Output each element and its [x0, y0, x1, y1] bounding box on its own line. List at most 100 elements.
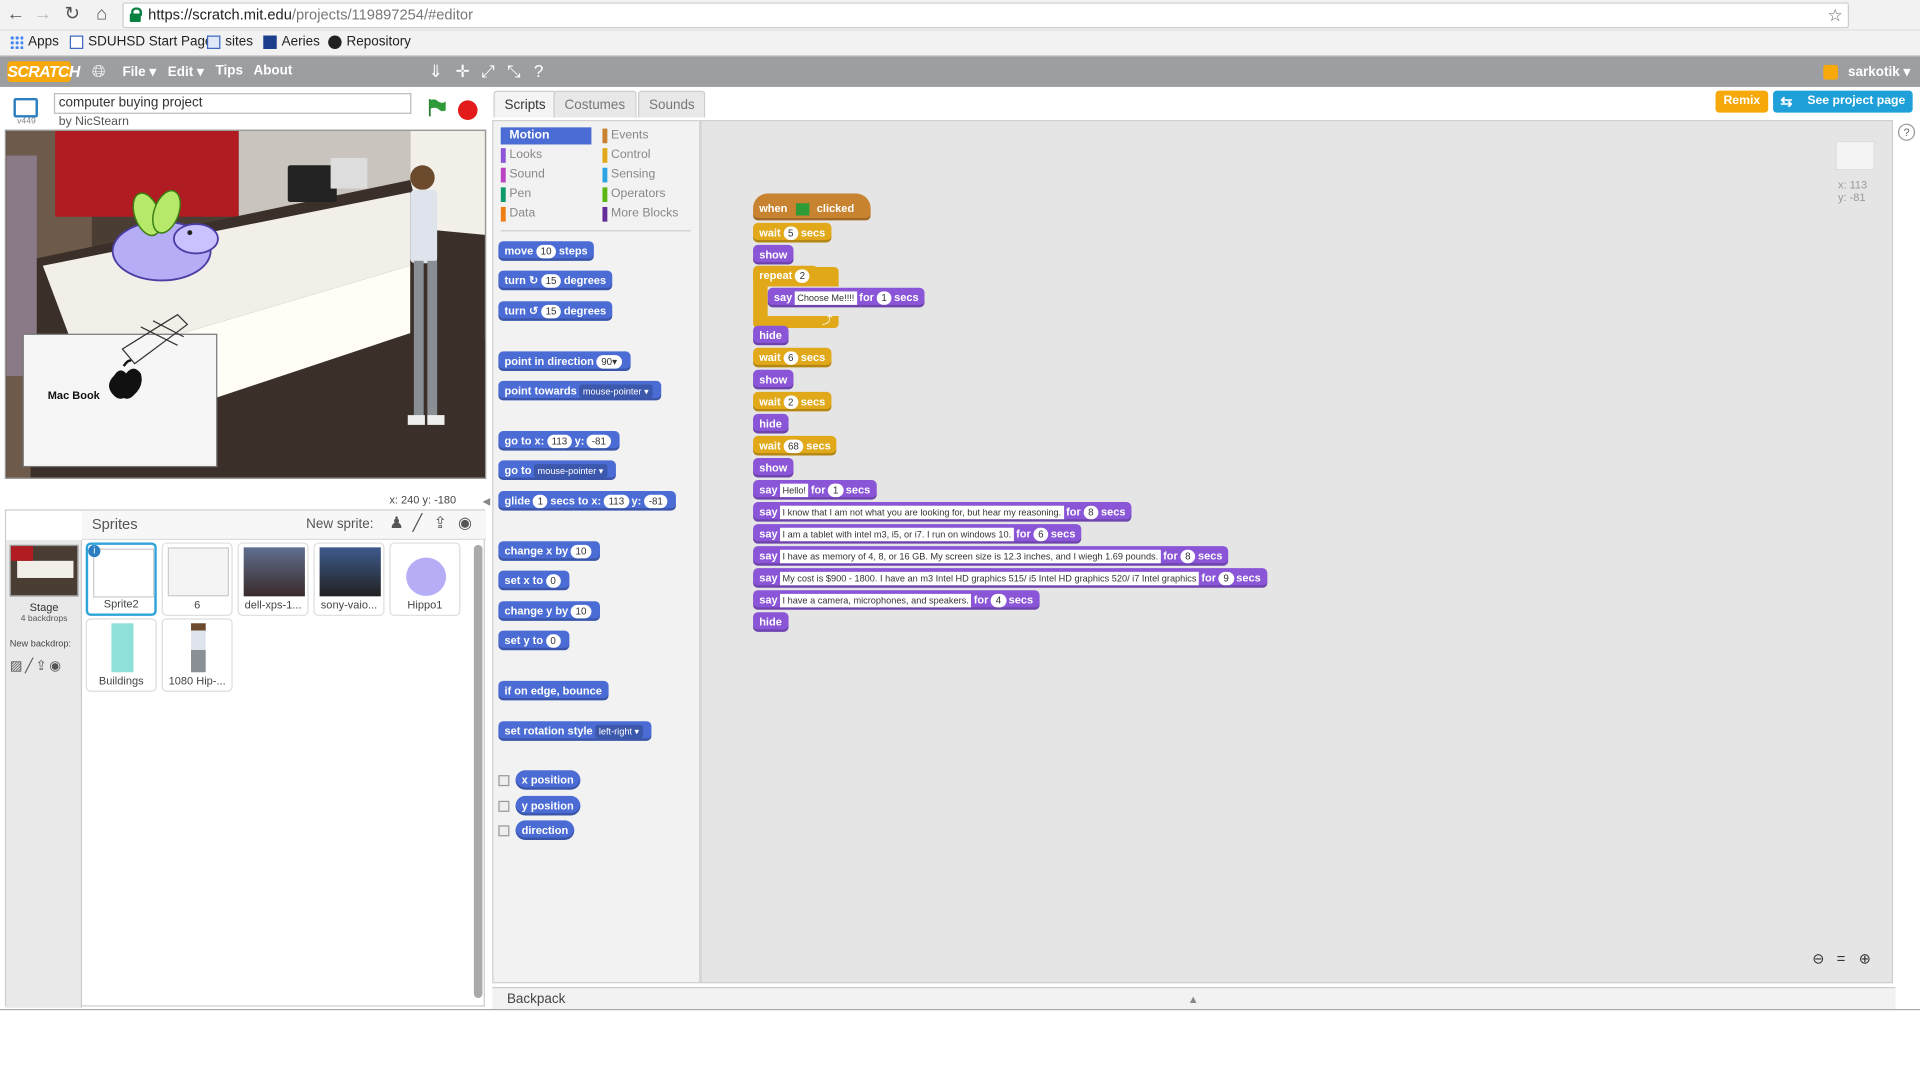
fullscreen-icon[interactable]: [13, 97, 38, 118]
block-hide[interactable]: hide: [753, 612, 788, 632]
see-project-page-button[interactable]: ⇆ See project page: [1773, 90, 1913, 113]
category-data[interactable]: Data: [500, 206, 592, 223]
sprite-thumb-buildings[interactable]: Buildings: [85, 618, 157, 692]
sprite-thumb-dell[interactable]: dell-xps-1...: [237, 542, 309, 616]
reporter-x-position[interactable]: x position: [515, 770, 580, 790]
block-rotation-style[interactable]: set rotation style left-right ▾: [498, 721, 652, 741]
block-bounce[interactable]: if on edge, bounce: [498, 680, 608, 701]
checkbox-direction[interactable]: [498, 825, 510, 837]
block-say-for[interactable]: say I am a tablet with intel m3, i5, or i…: [753, 524, 1082, 544]
block-turn-cw[interactable]: turn ↻ 15 degrees: [498, 270, 613, 291]
green-flag-icon[interactable]: [427, 98, 447, 118]
help-icon[interactable]: ?: [1897, 123, 1916, 141]
tab-costumes[interactable]: Costumes: [553, 90, 637, 118]
info-icon[interactable]: i: [88, 544, 101, 558]
sprite-thumb-6[interactable]: 6: [161, 542, 233, 616]
address-bar[interactable]: https://scratch.mit.edu/projects/1198972…: [122, 2, 1849, 29]
block-show[interactable]: show: [753, 457, 794, 478]
project-title-input[interactable]: computer buying project: [53, 93, 412, 114]
block-wait[interactable]: wait 2 secs: [753, 391, 832, 412]
forward-icon[interactable]: →: [32, 4, 54, 26]
bookmark-repository[interactable]: Repository: [328, 34, 411, 49]
block-point-direction[interactable]: point in direction 90▾: [498, 351, 631, 372]
block-hide[interactable]: hide: [753, 413, 788, 434]
block-go-to[interactable]: go to mouse-pointer ▾: [498, 460, 616, 481]
reporter-y-position[interactable]: y position: [515, 795, 580, 816]
block-show[interactable]: show: [753, 244, 794, 265]
sprite-thumb-sprite2[interactable]: i Sprite2: [85, 542, 157, 616]
category-events[interactable]: Events: [602, 127, 695, 144]
block-show[interactable]: show: [753, 369, 794, 390]
backdrop-upload-icon[interactable]: ⇪: [36, 659, 50, 674]
category-looks[interactable]: Looks: [500, 147, 592, 164]
block-change-y[interactable]: change y by 10: [498, 601, 600, 621]
block-wait[interactable]: wait 5 secs: [753, 222, 832, 243]
block-hide[interactable]: hide: [753, 325, 788, 346]
backdrop-library-icon[interactable]: ▨: [10, 659, 25, 674]
reload-icon[interactable]: ↻: [61, 4, 83, 26]
bookmark-sduhsd[interactable]: SDUHSD Start Page: [69, 34, 212, 49]
block-set-x[interactable]: set x to 0: [498, 570, 570, 591]
menu-tips[interactable]: Tips: [216, 64, 243, 79]
sprite-thumb-sony[interactable]: sony-vaio...: [313, 542, 385, 616]
sprite-library-icon[interactable]: ♟: [389, 513, 403, 533]
bookmark-aeries[interactable]: Aeries: [263, 34, 320, 49]
globe-icon[interactable]: 🌐︎: [92, 61, 106, 82]
category-motion[interactable]: Motion: [500, 127, 592, 145]
block-glide[interactable]: glide 1 secs to x: 113 y: -81: [498, 491, 677, 511]
block-turn-ccw[interactable]: turn ↺ 15 degrees: [498, 301, 613, 321]
reporter-direction[interactable]: direction: [515, 820, 575, 841]
tab-scripts[interactable]: Scripts: [493, 90, 557, 118]
help-tool-icon[interactable]: ?: [534, 61, 544, 81]
sprite-thumb-1080[interactable]: 1080 Hip-...: [161, 618, 233, 692]
menu-file[interactable]: File ▾: [122, 64, 156, 80]
backpack-bar[interactable]: Backpack ▲: [492, 986, 1896, 1010]
sprite-thumb-hippo[interactable]: Hippo1: [389, 542, 461, 616]
category-sensing[interactable]: Sensing: [602, 167, 695, 184]
backdrop-paint-icon[interactable]: ╱: [25, 659, 36, 674]
block-move-steps[interactable]: move 10 steps: [498, 241, 594, 261]
stage-canvas[interactable]: Mac Book: [4, 129, 487, 479]
block-say-for[interactable]: say I know that I am not what you are loo…: [753, 502, 1132, 522]
category-pen[interactable]: Pen: [500, 186, 592, 203]
scratch-logo[interactable]: SCRATCH: [7, 61, 80, 83]
block-point-towards[interactable]: point towards mouse-pointer ▾: [498, 380, 661, 401]
sprite-camera-icon[interactable]: ◉: [458, 513, 472, 533]
stop-icon[interactable]: [457, 100, 478, 121]
backdrop-camera-icon[interactable]: ◉: [49, 659, 63, 674]
menu-edit[interactable]: Edit ▾: [168, 64, 204, 80]
zoom-in-icon[interactable]: ⊕: [1859, 950, 1871, 967]
block-repeat[interactable]: repeat 2: [753, 265, 819, 286]
block-wait[interactable]: wait 68 secs: [753, 435, 837, 456]
zoom-reset-icon[interactable]: =: [1837, 950, 1846, 967]
block-go-to-xy[interactable]: go to x: 113 y: -81: [498, 431, 620, 451]
block-wait[interactable]: wait 6 secs: [753, 347, 832, 368]
block-set-y[interactable]: set y to 0: [498, 630, 570, 651]
remix-button[interactable]: Remix: [1715, 90, 1769, 113]
duplicate-tool-icon[interactable]: ⇓: [429, 61, 443, 82]
stage-thumbnail[interactable]: [9, 544, 79, 597]
sprite-upload-icon[interactable]: ⇪: [433, 513, 446, 533]
collapse-arrow-icon[interactable]: ◀: [482, 496, 490, 507]
block-change-x[interactable]: change x by 10: [498, 541, 600, 561]
sprite-pane-scrollbar[interactable]: [473, 544, 483, 998]
menu-about[interactable]: About: [253, 64, 292, 79]
category-more-blocks[interactable]: More Blocks: [602, 206, 695, 223]
bookmark-sites[interactable]: sites: [206, 34, 253, 49]
block-say-for[interactable]: say My cost is $900 - 1800. I have an m3 …: [753, 568, 1267, 588]
block-say-for[interactable]: say Hello! for 1 secs: [753, 480, 877, 500]
expand-triangle-icon[interactable]: ▲: [1188, 988, 1199, 1010]
block-say-for[interactable]: say I have as memory of 4, 8, or 16 GB. M…: [753, 546, 1229, 566]
checkbox-x-position[interactable]: [498, 775, 510, 787]
cut-tool-icon[interactable]: ✛: [456, 61, 470, 82]
category-operators[interactable]: Operators: [602, 186, 695, 203]
category-sound[interactable]: Sound: [500, 167, 592, 184]
sprite-paint-icon[interactable]: ╱: [413, 513, 423, 533]
back-icon[interactable]: ←: [5, 4, 27, 26]
bookmark-star-icon[interactable]: ☆: [1827, 4, 1842, 27]
user-menu[interactable]: sarkotik ▾: [1823, 64, 1910, 80]
tab-sounds[interactable]: Sounds: [637, 90, 706, 118]
block-say-for[interactable]: say Choose Me!!!! for 1 secs: [767, 287, 925, 308]
category-control[interactable]: Control: [602, 147, 695, 164]
home-icon[interactable]: ⌂: [91, 4, 113, 26]
